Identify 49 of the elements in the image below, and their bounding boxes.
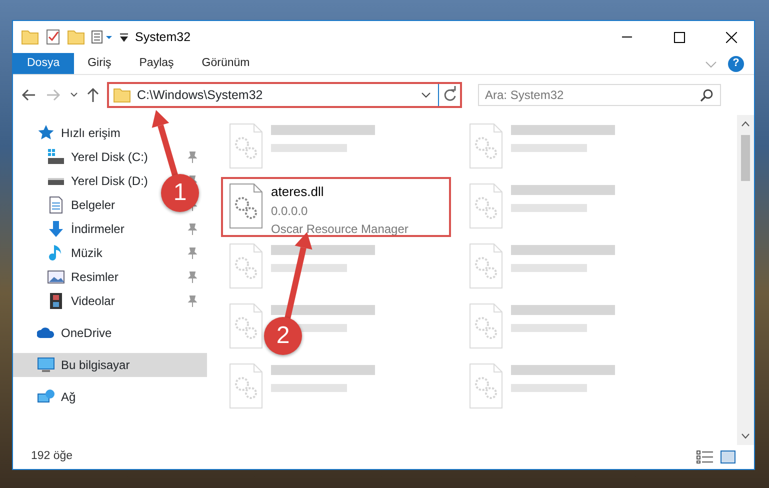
sidebar-item[interactable]: Videolar <box>47 292 115 310</box>
sidebar-item[interactable]: Bu bilgisayar <box>13 353 207 377</box>
up-arrow-icon[interactable] <box>85 86 101 104</box>
scrollbar[interactable] <box>737 115 754 445</box>
search-icon <box>700 88 714 102</box>
file-detail: 0.0.0.0 <box>271 202 309 220</box>
document-icon <box>47 196 65 214</box>
ribbon-tab[interactable]: Görünüm <box>188 53 264 74</box>
star-icon <box>37 124 55 142</box>
scroll-up-icon[interactable] <box>741 121 750 127</box>
sidebar-item[interactable]: Hızlı erişim <box>37 124 120 142</box>
sidebar-item[interactable]: Yerel Disk (D:) <box>47 172 148 190</box>
film-icon <box>47 292 65 310</box>
sidebar-item[interactable]: OneDrive <box>37 324 112 342</box>
sidebar-item[interactable]: İndirmeler <box>47 220 124 238</box>
maximize-icon <box>674 32 684 42</box>
ribbon-tab[interactable]: Giriş <box>74 53 126 74</box>
sidebar-item[interactable]: Müzik <box>47 244 102 262</box>
picture-icon <box>47 268 65 286</box>
checklist-icon[interactable] <box>45 28 61 46</box>
ribbon-tab[interactable]: Dosya <box>13 53 74 74</box>
sidebar-item[interactable]: Resimler <box>47 268 118 286</box>
ribbon-tab[interactable]: Paylaş <box>125 53 188 74</box>
properties-icon[interactable] <box>91 29 113 45</box>
search-field[interactable]: Ara: System32 <box>478 84 721 106</box>
download-arrow-icon <box>47 220 65 238</box>
minimize-icon <box>622 36 632 38</box>
close-icon <box>726 32 736 42</box>
file-detail: Oscar Resource Manager <box>271 220 408 238</box>
sidebar-item[interactable]: Belgeler <box>47 196 116 214</box>
file-gears-icon <box>227 182 265 230</box>
folder-icon <box>113 86 131 104</box>
drive-icon <box>47 148 65 166</box>
item-count: 192 öğe <box>31 449 73 464</box>
file-name: ateres.dll <box>271 183 325 201</box>
window-title: System32 <box>135 28 191 46</box>
address-bar[interactable]: C:\Windows\System32 <box>107 82 462 108</box>
scrollbar-thumb[interactable] <box>741 135 750 181</box>
sidebar-item[interactable]: Ağ <box>37 388 76 406</box>
details-view-icon[interactable] <box>696 450 714 464</box>
scroll-down-icon[interactable] <box>741 433 750 439</box>
monitor-icon <box>37 356 55 374</box>
help-button[interactable]: ? <box>728 56 744 72</box>
dropdown-icon[interactable] <box>119 31 129 43</box>
file-item[interactable]: ateres.dll 0.0.0.0 Oscar Resource Manager <box>223 179 449 235</box>
sidebar-item[interactable]: Yerel Disk (C:) <box>47 148 148 166</box>
large-icons-view-icon[interactable] <box>720 450 736 464</box>
address-path: C:\Windows\System32 <box>137 86 264 104</box>
drive-icon <box>47 177 65 186</box>
